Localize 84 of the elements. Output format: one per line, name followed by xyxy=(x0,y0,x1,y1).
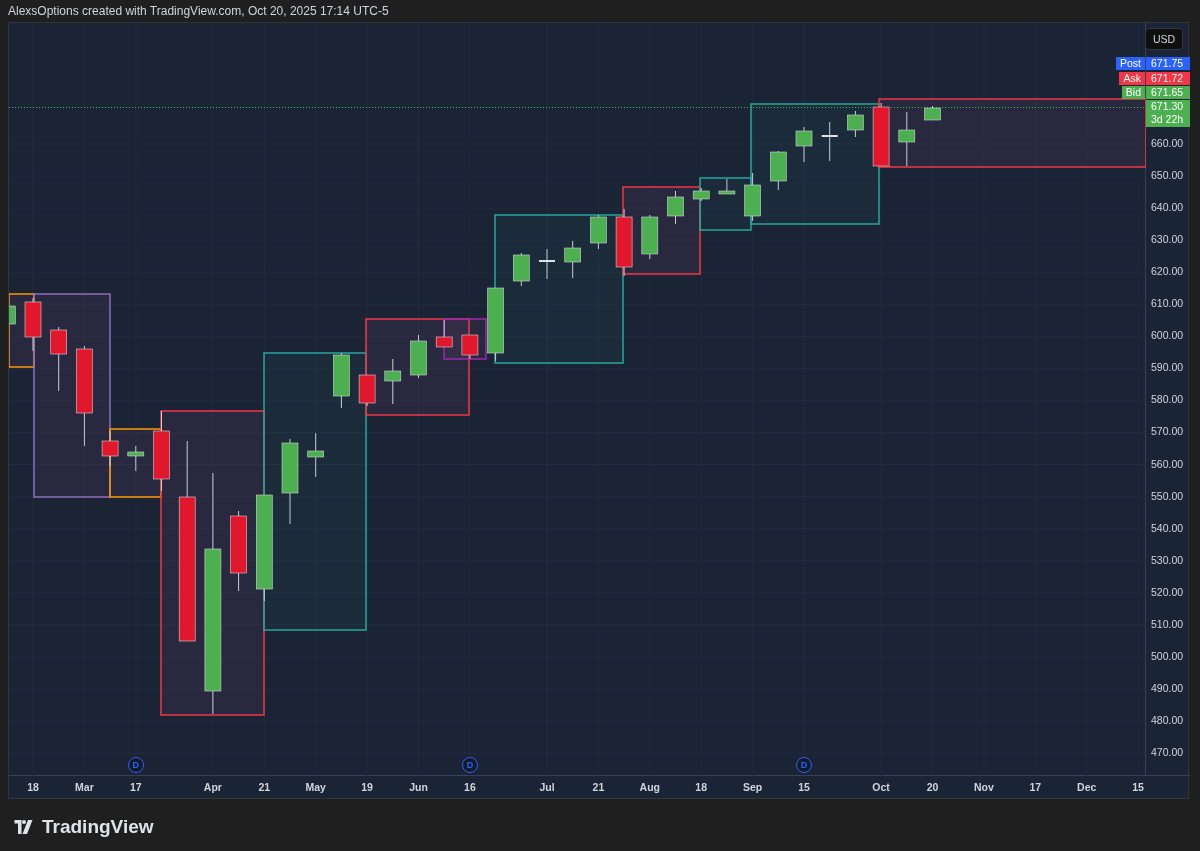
dividend-marker[interactable]: D xyxy=(127,757,144,773)
price-tag-label: Post xyxy=(1116,57,1145,70)
date-label: 21 xyxy=(591,781,606,793)
candle xyxy=(590,214,607,250)
candle xyxy=(539,248,555,280)
date-label: 15 xyxy=(797,781,811,793)
price-label: 600.00 xyxy=(1151,329,1184,342)
bar-countdown: 3d 22h xyxy=(1151,113,1185,126)
candle xyxy=(358,374,376,407)
price-tag-label: Bid xyxy=(1121,86,1145,99)
candle xyxy=(24,297,42,352)
date-label: 15 xyxy=(1131,781,1145,793)
candle xyxy=(692,187,710,202)
date-label: 17 xyxy=(1028,781,1043,793)
price-tag-label: Ask xyxy=(1119,71,1145,85)
candle xyxy=(770,150,787,191)
price-label: 540.00 xyxy=(1151,521,1184,534)
price-tag: 671.65 xyxy=(1146,86,1190,99)
date-label: 21 xyxy=(257,781,272,793)
candle xyxy=(898,111,916,167)
price-label: 580.00 xyxy=(1151,393,1184,406)
last-price: 671.30 xyxy=(1151,100,1185,113)
date-label: Oct xyxy=(871,781,891,793)
candle xyxy=(821,121,838,162)
price-label: 490.00 xyxy=(1151,681,1184,694)
date-label: 17 xyxy=(128,781,143,793)
price-label: 620.00 xyxy=(1151,265,1184,278)
date-label: May xyxy=(304,781,327,793)
candle xyxy=(333,352,350,409)
chart-caption: AlexsOptions created with TradingView.com, Oct 20, 2025 17:14 UTC-5 xyxy=(8,4,389,18)
date-label: 16 xyxy=(463,781,477,793)
price-label: 520.00 xyxy=(1151,585,1184,598)
price-label: 470.00 xyxy=(1151,745,1184,758)
date-label: Dec xyxy=(1076,781,1098,793)
price-label: 560.00 xyxy=(1151,457,1184,470)
candle xyxy=(872,102,890,167)
price-label: 650.00 xyxy=(1151,169,1184,182)
candle xyxy=(101,430,119,467)
candle xyxy=(9,305,16,325)
price-label: 640.00 xyxy=(1151,201,1184,214)
price-label: 500.00 xyxy=(1151,649,1184,662)
date-label: Aug xyxy=(638,781,661,793)
price-label: 610.00 xyxy=(1151,297,1184,310)
candle xyxy=(50,326,67,392)
date-label: Jul xyxy=(538,781,556,793)
price-label: 630.00 xyxy=(1151,233,1184,246)
date-label: 18 xyxy=(694,781,709,793)
date-label: 19 xyxy=(360,781,374,793)
date-label: 20 xyxy=(925,781,940,793)
candle xyxy=(667,190,684,225)
candle xyxy=(307,432,324,478)
candle xyxy=(564,240,581,279)
price-tag: 671.75 xyxy=(1146,57,1190,70)
price-label: 550.00 xyxy=(1151,489,1184,502)
date-label: 18 xyxy=(26,781,40,793)
price-label: 510.00 xyxy=(1151,617,1184,630)
price-label: 480.00 xyxy=(1151,713,1184,726)
candle xyxy=(924,105,941,121)
currency-button[interactable]: USD xyxy=(1145,28,1183,50)
dividend-marker[interactable]: D xyxy=(796,757,812,773)
candle xyxy=(410,334,427,379)
date-label: Sep xyxy=(741,781,764,793)
date-label: Jun xyxy=(408,781,429,793)
price-label: 530.00 xyxy=(1151,553,1184,566)
price-label: 660.00 xyxy=(1151,137,1184,149)
dividend-marker[interactable]: D xyxy=(461,757,478,773)
candle xyxy=(435,319,453,348)
candle xyxy=(641,214,659,260)
price-tag: 671.72 xyxy=(1146,71,1190,85)
candle xyxy=(461,334,479,360)
candle xyxy=(615,208,633,277)
logo-text[interactable]: TradingView xyxy=(42,816,154,838)
candle xyxy=(127,445,145,472)
date-label: Mar xyxy=(74,781,95,793)
price-label: 570.00 xyxy=(1151,425,1184,438)
candle xyxy=(795,126,813,163)
candle xyxy=(384,358,402,405)
price-label: 590.00 xyxy=(1151,361,1184,374)
candle xyxy=(718,178,736,195)
candle xyxy=(847,110,864,138)
candle xyxy=(744,172,761,222)
date-label: Nov xyxy=(972,781,995,793)
date-label: Apr xyxy=(202,781,223,793)
candle xyxy=(513,252,530,287)
